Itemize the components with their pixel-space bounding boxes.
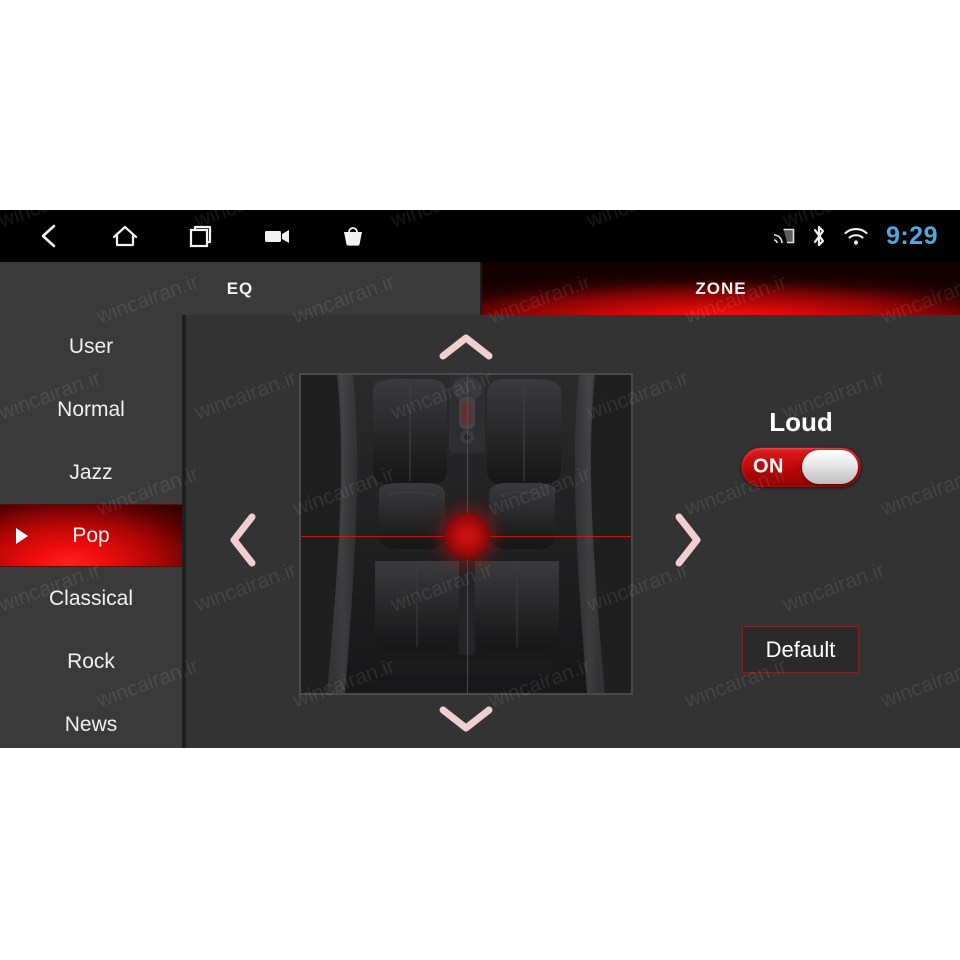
- shopping-bag-icon[interactable]: [334, 217, 372, 255]
- bluetooth-icon[interactable]: [810, 224, 828, 248]
- tab-eq[interactable]: EQ: [0, 262, 482, 315]
- preset-label: News: [64, 712, 118, 736]
- android-status-bar: 9:29: [0, 210, 960, 262]
- loudness-label: Loud: [769, 407, 833, 437]
- tab-zone[interactable]: ZONE: [482, 262, 960, 315]
- preset-item-normal[interactable]: Normal: [0, 378, 182, 441]
- preset-item-user[interactable]: User: [0, 315, 182, 378]
- preset-item-pop[interactable]: Pop: [0, 504, 182, 567]
- loudness-state-label: ON: [753, 455, 784, 478]
- chevron-up-icon[interactable]: [426, 325, 506, 369]
- preset-item-classical[interactable]: Classical: [0, 567, 182, 630]
- navigation-button-group: [30, 210, 372, 262]
- eq-preset-list: User Normal Jazz Pop Classical Rock News: [0, 315, 186, 748]
- system-status-icons: 9:29: [773, 210, 938, 262]
- tab-bar: EQ ZONE: [0, 262, 960, 315]
- loudness-toggle[interactable]: ON: [741, 447, 861, 487]
- chevron-left-icon[interactable]: [221, 510, 265, 570]
- preset-label: Normal: [57, 397, 125, 421]
- preset-label: Pop: [72, 523, 110, 547]
- recents-icon[interactable]: [182, 217, 220, 255]
- preset-label: Jazz: [69, 460, 113, 484]
- cast-icon[interactable]: [773, 227, 795, 245]
- zone-position-handle[interactable]: [443, 512, 491, 560]
- preset-label: Classical: [48, 586, 134, 610]
- zone-content-area: User Normal Jazz Pop Classical Rock News…: [0, 315, 960, 748]
- status-clock: 9:29: [885, 221, 938, 250]
- video-camera-icon[interactable]: [258, 217, 296, 255]
- chevron-down-icon[interactable]: [426, 697, 506, 741]
- car-cabin-image[interactable]: [299, 373, 633, 695]
- preset-item-news[interactable]: News: [0, 693, 182, 748]
- preset-item-rock[interactable]: Rock: [0, 630, 182, 693]
- preset-label: User: [68, 334, 114, 358]
- wifi-icon[interactable]: [843, 226, 869, 246]
- default-button[interactable]: Default: [742, 626, 859, 673]
- selected-marker-icon: [16, 527, 28, 544]
- head-unit-screen: 9:29 EQ ZONE User Normal Jazz Pop Classi…: [0, 210, 960, 748]
- back-icon[interactable]: [30, 217, 68, 255]
- screenshot-canvas: 9:29 EQ ZONE User Normal Jazz Pop Classi…: [0, 0, 960, 960]
- home-icon[interactable]: [106, 217, 144, 255]
- toggle-knob: [802, 450, 858, 484]
- preset-label: Rock: [67, 649, 115, 673]
- zone-controls-panel: Loud ON Default: [700, 315, 960, 748]
- preset-item-jazz[interactable]: Jazz: [0, 441, 182, 504]
